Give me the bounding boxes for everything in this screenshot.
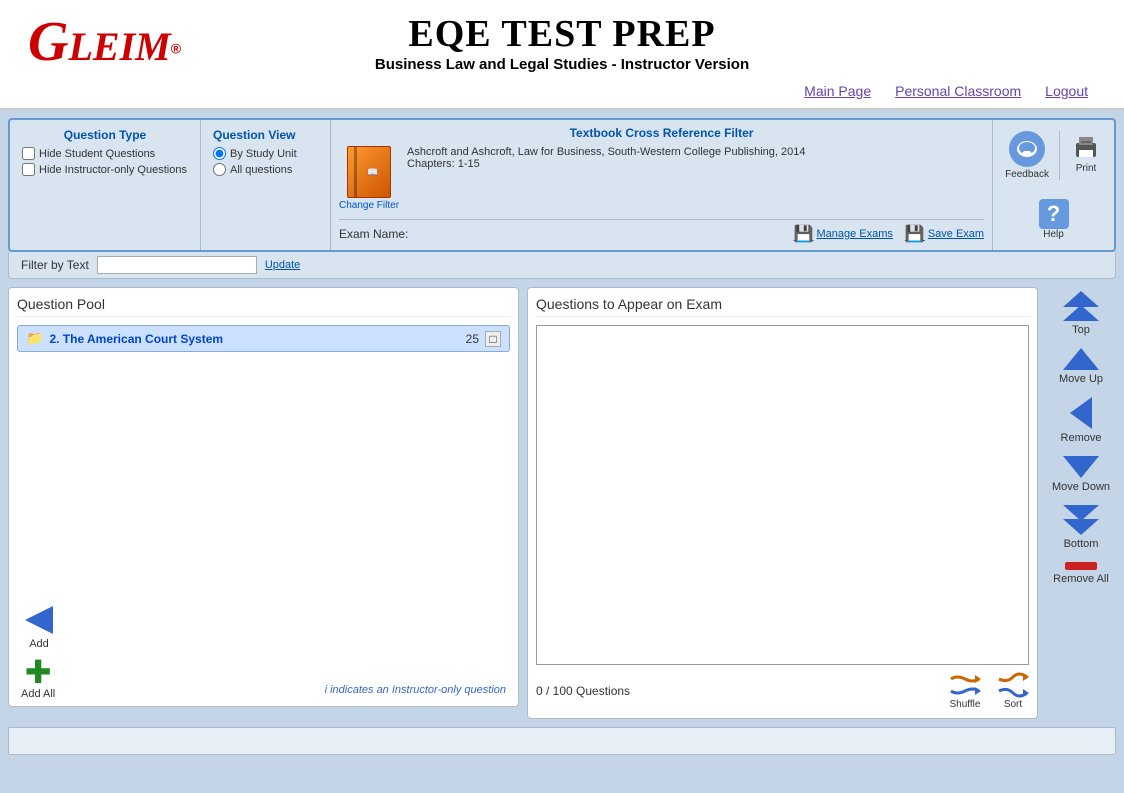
filter-by-text-label: Filter by Text xyxy=(21,258,89,272)
by-study-unit-radio[interactable] xyxy=(213,147,226,160)
add-label: Add xyxy=(29,638,49,650)
add-all-label: Add All xyxy=(21,688,55,700)
hide-instructor-checkbox[interactable] xyxy=(22,163,35,176)
change-filter-button[interactable]: 📖 Change Filter xyxy=(339,146,399,211)
hide-instructor-checkbox-label[interactable]: Hide Instructor-only Questions xyxy=(22,163,188,176)
sort-label: Sort xyxy=(1004,699,1022,710)
add-all-button[interactable]: ✚ Add All xyxy=(21,656,55,700)
sort-button[interactable]: Sort xyxy=(997,671,1029,710)
main-page-link[interactable]: Main Page xyxy=(804,83,871,99)
questions-count: 0 / 100 Questions xyxy=(536,684,630,698)
pool-item-expand[interactable]: □ xyxy=(485,331,501,347)
book-line1: Ashcroft and Ashcroft, Law for Business,… xyxy=(407,146,984,158)
questions-panel-title: Questions to Appear on Exam xyxy=(536,296,1029,317)
question-view-title: Question View xyxy=(213,128,318,142)
move-up-label: Move Up xyxy=(1059,373,1103,385)
help-icon: ? xyxy=(1039,199,1069,229)
feedback-label: Feedback xyxy=(1005,169,1049,180)
pool-item[interactable]: 📁 2. The American Court System 25 □ xyxy=(17,325,510,352)
print-label: Print xyxy=(1076,163,1097,174)
filter-by-text-input[interactable] xyxy=(97,256,257,274)
help-label: Help xyxy=(1043,229,1064,240)
bottom-label: Bottom xyxy=(1064,538,1099,550)
hide-student-checkbox[interactable] xyxy=(22,147,35,160)
question-pool-title: Question Pool xyxy=(17,296,510,317)
help-button[interactable]: ? Help xyxy=(1039,199,1069,240)
remove-label: Remove xyxy=(1061,432,1102,444)
remove-button[interactable]: Remove xyxy=(1061,397,1102,444)
logout-link[interactable]: Logout xyxy=(1045,83,1088,99)
feedback-button[interactable]: Feedback xyxy=(1005,131,1060,180)
main-title: EQE Test Prep xyxy=(220,12,904,56)
remove-all-label: Remove All xyxy=(1053,573,1109,585)
gleim-logo: GLEIM xyxy=(28,11,171,73)
subtitle: Business Law and Legal Studies - Instruc… xyxy=(220,56,904,73)
move-down-label: Move Down xyxy=(1052,481,1110,493)
book-chapters: Chapters: 1-15 xyxy=(407,158,984,170)
crossref-title: Textbook Cross Reference Filter xyxy=(339,126,984,140)
all-questions-radio[interactable] xyxy=(213,163,226,176)
top-label: Top xyxy=(1072,324,1090,336)
shuffle-button[interactable]: Shuffle xyxy=(949,671,981,710)
sort-icon xyxy=(997,671,1029,699)
question-type-title: Question Type xyxy=(22,128,188,142)
save-exam-link[interactable]: 💾 Save Exam xyxy=(905,224,984,244)
shuffle-label: Shuffle xyxy=(950,699,981,710)
change-filter-label: Change Filter xyxy=(339,200,399,211)
add-all-icon: ✚ xyxy=(25,656,52,688)
bottom-bar xyxy=(8,727,1116,755)
hide-student-checkbox-label[interactable]: Hide Student Questions xyxy=(22,147,188,160)
feedback-icon xyxy=(1016,139,1038,159)
add-button[interactable]: Add xyxy=(21,602,57,650)
shuffle-icon xyxy=(949,671,981,699)
pool-item-icon: 📁 xyxy=(26,330,43,347)
add-arrow-icon xyxy=(21,602,57,638)
print-button[interactable]: Print xyxy=(1070,131,1102,174)
bottom-button[interactable]: Bottom xyxy=(1063,505,1099,550)
all-questions-radio-label[interactable]: All questions xyxy=(213,163,318,176)
move-up-button[interactable]: Move Up xyxy=(1059,348,1103,385)
pool-item-count: 25 xyxy=(466,332,479,346)
pool-item-name: 2. The American Court System xyxy=(49,332,465,346)
move-down-button[interactable]: Move Down xyxy=(1052,456,1110,493)
instructor-note: i indicates an Instructor-only question xyxy=(325,684,506,696)
remove-all-button[interactable]: Remove All xyxy=(1053,562,1109,585)
manage-exams-link[interactable]: 💾 Manage Exams xyxy=(794,224,893,244)
personal-classroom-link[interactable]: Personal Classroom xyxy=(895,83,1021,99)
update-button[interactable]: Update xyxy=(265,259,300,271)
top-button[interactable]: Top xyxy=(1063,291,1099,336)
by-study-unit-radio-label[interactable]: By Study Unit xyxy=(213,147,318,160)
print-icon xyxy=(1072,133,1100,161)
exam-name-label: Exam Name: xyxy=(339,227,794,241)
questions-list[interactable] xyxy=(536,325,1029,665)
